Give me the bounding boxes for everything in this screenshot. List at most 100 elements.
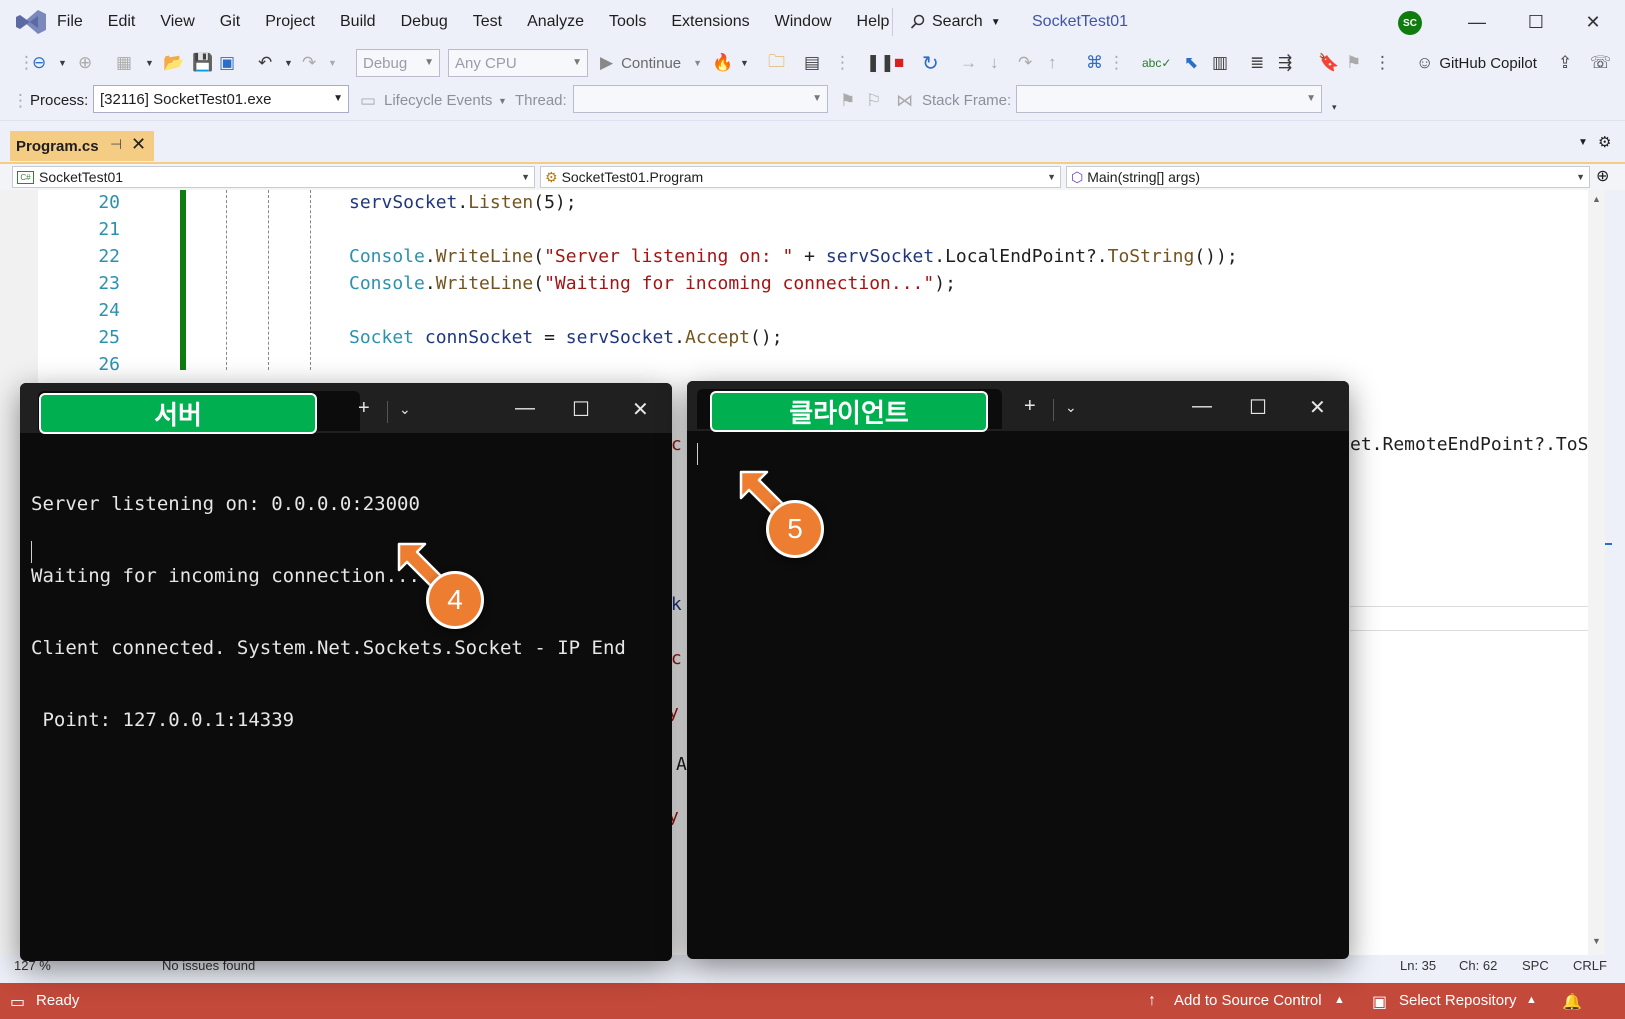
member-dropdown[interactable]: ⬡ Main(string[] args) ▼ — [1066, 166, 1590, 188]
menu-debug[interactable]: Debug — [401, 13, 448, 31]
comment-out-icon[interactable]: ≣ — [1250, 52, 1264, 74]
bookmark-icon[interactable]: 🔖 — [1318, 52, 1339, 74]
chevron-down-icon[interactable]: ▼ — [498, 90, 507, 112]
char-indicator[interactable]: Ch: 62 — [1459, 958, 1497, 973]
minimize-icon[interactable]: — — [515, 397, 535, 420]
solution-configuration-dropdown[interactable]: Debug ▼ — [356, 49, 440, 77]
toggle-external-code-icon[interactable]: ⋈ — [896, 90, 913, 112]
chevron-down-icon[interactable]: ▼ — [328, 52, 337, 74]
menu-extensions[interactable]: Extensions — [671, 13, 749, 31]
split-editor-icon[interactable]: ⊕ — [1596, 166, 1609, 186]
client-tab-label[interactable]: 클라이언트 — [710, 391, 988, 432]
select-element-icon[interactable]: ⬉ — [1184, 52, 1198, 74]
menu-analyze[interactable]: Analyze — [527, 13, 584, 31]
restart-icon[interactable]: ↻ — [922, 52, 939, 75]
tab-list-chevron-icon[interactable]: ▼ — [1578, 137, 1588, 148]
menu-project[interactable]: Project — [265, 13, 315, 31]
scroll-up-icon[interactable]: ▲ — [1592, 194, 1601, 204]
new-tab-icon[interactable]: + — [1024, 395, 1036, 418]
save-icon[interactable]: 💾 — [192, 52, 213, 74]
thread-dropdown[interactable]: ▼ — [573, 85, 828, 113]
github-copilot-button[interactable]: ☺ GitHub Copilot — [1416, 52, 1537, 74]
spell-check-icon[interactable]: abc✓ — [1142, 52, 1171, 74]
menu-git[interactable]: Git — [220, 13, 240, 31]
close-button[interactable]: ✕ — [1578, 8, 1608, 36]
line-indicator[interactable]: Ln: 35 — [1400, 958, 1436, 973]
step-out-icon[interactable]: ↑ — [1048, 52, 1057, 74]
vertical-scrollbar[interactable]: ▲ ▼ — [1588, 190, 1605, 955]
server-terminal-window[interactable]: 서버 + ⌄ — ☐ ✕ Server listening on: 0.0.0.… — [20, 383, 672, 961]
hot-reload-icon[interactable]: 🔥 — [712, 52, 733, 74]
show-next-statement-icon[interactable]: → — [960, 52, 977, 74]
menu-tools[interactable]: Tools — [609, 13, 646, 31]
window-layout-icon[interactable]: ▤ — [804, 52, 820, 74]
menu-file[interactable]: File — [57, 13, 83, 31]
class-dropdown[interactable]: ⚙ SocketTest01.Program ▼ — [540, 166, 1061, 188]
step-into-icon[interactable]: ↓ — [990, 52, 999, 74]
maximize-icon[interactable]: ☐ — [572, 397, 590, 422]
terminal-line: Server listening on: 0.0.0.0:23000 — [31, 493, 420, 515]
menu-help[interactable]: Help — [857, 13, 890, 31]
menu-view[interactable]: View — [160, 13, 194, 31]
pin-icon[interactable]: ⊣ — [110, 136, 122, 153]
close-icon[interactable]: ✕ — [1309, 395, 1326, 420]
new-project-icon[interactable]: ▦ — [116, 52, 132, 74]
scroll-down-icon[interactable]: ▼ — [1592, 936, 1601, 946]
project-dropdown[interactable]: C# SocketTest01 ▼ — [12, 166, 535, 188]
bookmark-prev-icon[interactable]: ⚑ — [1346, 52, 1361, 74]
undo-icon[interactable]: ↶ — [258, 52, 272, 74]
chevron-down-icon[interactable]: ⌄ — [1065, 399, 1077, 416]
chevron-down-icon[interactable]: ▼ — [284, 52, 293, 74]
chevron-down-icon[interactable]: ⌄ — [399, 401, 411, 418]
new-tab-icon[interactable]: + — [358, 397, 370, 420]
avatar[interactable]: SC — [1398, 11, 1422, 35]
overflow-chevron-icon[interactable]: ⋮ — [1374, 52, 1391, 74]
notifications-bell-icon[interactable]: 🔔 — [1562, 992, 1582, 1012]
menu-window[interactable]: Window — [775, 13, 832, 31]
minimize-button[interactable]: — — [1462, 8, 1492, 36]
split-view-icon[interactable]: ▥ — [1212, 52, 1228, 74]
process-dropdown[interactable]: [32116] SocketTest01.exe ▼ — [93, 85, 349, 113]
stack-frame-dropdown[interactable]: ▼ — [1016, 85, 1322, 113]
share-icon[interactable]: ⇪ — [1558, 52, 1572, 74]
open-folder-icon[interactable]: 📂 — [163, 52, 184, 74]
step-over-icon[interactable]: ↷ — [1018, 52, 1032, 74]
navigate-back-icon[interactable]: ⊖ — [32, 52, 46, 74]
chevron-down-icon[interactable]: ▼ — [740, 52, 749, 74]
menu-test[interactable]: Test — [473, 13, 502, 31]
show-flagged-threads-icon[interactable]: ⚐ — [866, 90, 881, 112]
continue-button[interactable]: ▶ Continue ▼ — [600, 52, 702, 74]
menu-build[interactable]: Build — [340, 13, 376, 31]
browse-folder-icon[interactable]: 🗀 — [768, 52, 785, 74]
lifecycle-events-icon[interactable]: ▭ — [360, 90, 376, 112]
close-icon[interactable]: ✕ — [632, 397, 649, 422]
gear-icon[interactable]: ⚙ — [1598, 133, 1611, 151]
toolbar-overflow-icon[interactable]: ▾ — [1332, 96, 1337, 118]
close-tab-icon[interactable]: ✕ — [131, 134, 146, 155]
search-box[interactable]: Search ▼ — [910, 9, 1001, 35]
server-tab-label[interactable]: 서버 — [39, 393, 317, 434]
uncomment-icon[interactable]: ⇶ — [1278, 52, 1292, 74]
spacing-indicator[interactable]: SPC — [1522, 958, 1549, 973]
redo-icon[interactable]: ↷ — [302, 52, 316, 74]
line-ending-indicator[interactable]: CRLF — [1573, 958, 1607, 973]
stop-icon[interactable]: ■ — [894, 52, 904, 74]
chevron-down-icon[interactable]: ▼ — [145, 52, 154, 74]
pause-icon[interactable]: ❚❚ — [866, 52, 895, 74]
flag-thread-icon[interactable]: ⚑ — [840, 90, 855, 112]
solution-platform-dropdown[interactable]: Any CPU ▼ — [448, 49, 588, 77]
tab-program-cs[interactable]: Program.cs ⊣ ✕ — [10, 131, 154, 161]
menu-edit[interactable]: Edit — [108, 13, 136, 31]
add-to-source-control-button[interactable]: Add to Source Control — [1174, 992, 1322, 1009]
save-all-icon[interactable]: ▣ — [219, 52, 235, 74]
feedback-icon[interactable]: ☏ — [1590, 52, 1611, 74]
chevron-down-icon[interactable]: ▼ — [58, 52, 67, 74]
select-repository-button[interactable]: Select Repository — [1399, 992, 1517, 1009]
minimize-icon[interactable]: — — [1192, 395, 1212, 418]
diagnostic-tools-icon[interactable]: ⌘ — [1086, 52, 1103, 74]
maximize-icon[interactable]: ☐ — [1249, 395, 1267, 420]
navigate-forward-icon[interactable]: ⊕ — [78, 52, 92, 74]
lifecycle-events-label[interactable]: Lifecycle Events — [384, 92, 492, 109]
indent-guide — [310, 190, 311, 370]
maximize-button[interactable]: ☐ — [1521, 8, 1551, 36]
